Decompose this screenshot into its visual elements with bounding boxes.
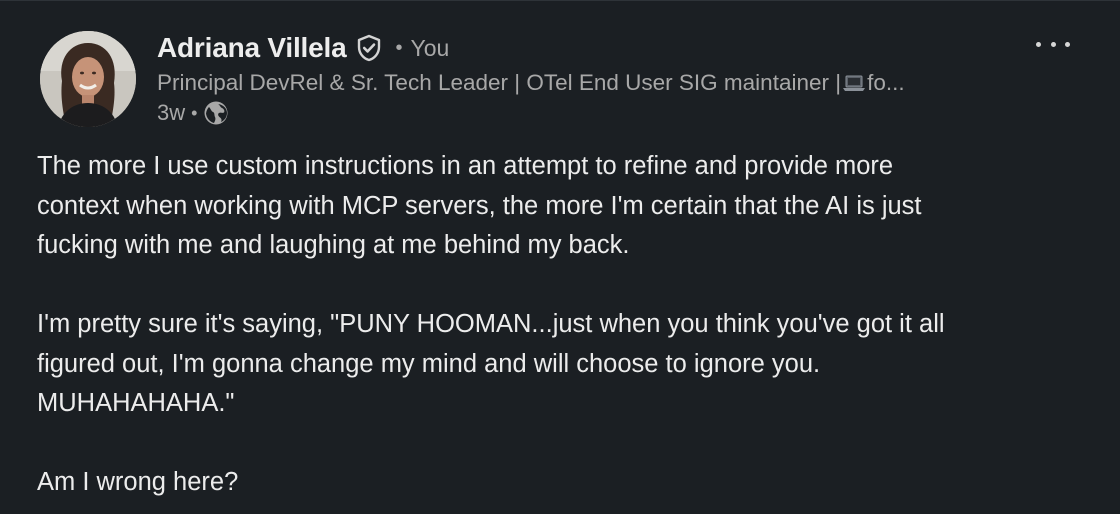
post-age[interactable]: 3w (157, 100, 185, 126)
laptop-icon (843, 70, 866, 91)
post-paragraph: Am I wrong here? (37, 463, 1097, 503)
post-line: MUHAHAHAHA." (37, 389, 235, 417)
post-line: I'm pretty sure it's saying, "PUNY HOOMA… (37, 310, 945, 338)
post-line: figured out, I'm gonna change my mind an… (37, 349, 821, 378)
avatar[interactable] (40, 31, 136, 127)
post-line: context when working with MCP servers, t… (37, 191, 922, 220)
meta-separator: • (191, 102, 198, 123)
relation-separator: • (395, 36, 403, 59)
more-options-icon[interactable] (1036, 37, 1070, 51)
globe-icon[interactable] (203, 100, 229, 126)
headline-text: Principal DevRel & Sr. Tech Leader | OTe… (157, 70, 842, 95)
headline-truncated: fo... (867, 70, 905, 95)
post-line: Am I wrong here? (37, 468, 239, 496)
post-meta: 3w • (157, 98, 1037, 128)
more-dot (1036, 41, 1041, 47)
post-card: Adriana Villela • You Principal DevRel &… (0, 0, 1120, 514)
post-line: The more I use custom instructions in an… (37, 152, 894, 180)
avatar-photo (40, 31, 136, 127)
post-paragraph: The more I use custom instructions in an… (37, 147, 1097, 266)
post-line: fucking with me and laughing at me behin… (37, 231, 630, 259)
author-row: Adriana Villela • You (157, 29, 1037, 67)
more-dot (1050, 41, 1056, 47)
post-header: Adriana Villela • You Principal DevRel &… (157, 29, 1037, 128)
author-headline: Principal DevRel & Sr. Tech Leader | OTe… (157, 68, 1037, 98)
author-name[interactable]: Adriana Villela (157, 32, 347, 64)
relation-label: You (410, 34, 450, 61)
post-body: The more I use custom instructions in an… (37, 147, 1097, 503)
post-paragraph: I'm pretty sure it's saying, "PUNY HOOMA… (37, 305, 1097, 424)
verified-shield-icon[interactable] (355, 34, 383, 62)
more-dot (1065, 41, 1070, 47)
